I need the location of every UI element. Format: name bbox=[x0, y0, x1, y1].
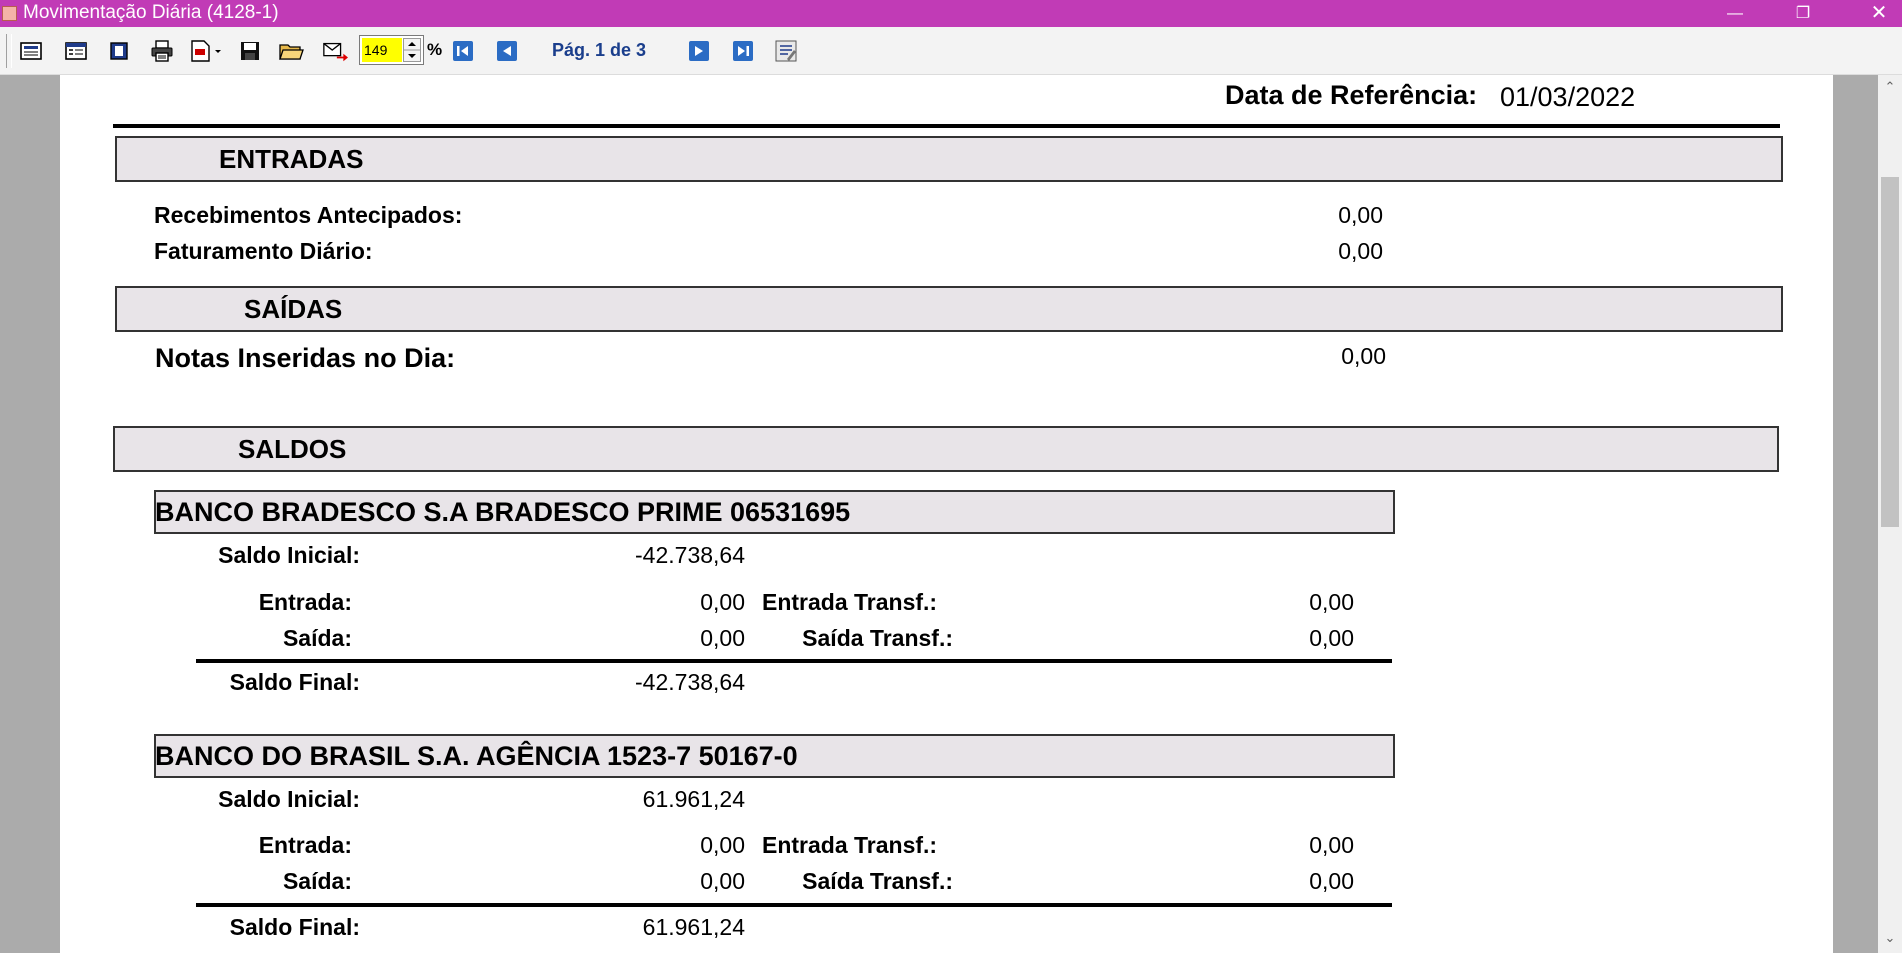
entradas-title: ENTRADAS bbox=[219, 144, 364, 174]
saida-value: 0,00 bbox=[700, 868, 745, 894]
saida-transf-label: Saída Transf.: bbox=[802, 868, 953, 894]
saida-transf-label: Saída Transf.: bbox=[802, 625, 953, 651]
open-folder-icon[interactable] bbox=[279, 38, 305, 64]
entrada-value: 0,00 bbox=[700, 589, 745, 615]
close-button[interactable]: ✕ bbox=[1856, 0, 1902, 27]
page-indicator: Pág. 1 de 3 bbox=[552, 40, 647, 60]
entradas-header bbox=[115, 136, 1783, 182]
entrada-transf-value: 0,00 bbox=[1309, 832, 1354, 858]
outline-view-icon[interactable] bbox=[63, 38, 89, 64]
bank-name: BANCO BRADESCO S.A BRADESCO PRIME 065316… bbox=[155, 497, 851, 527]
entrada-value: 0,00 bbox=[700, 832, 745, 858]
saldo-inicial-value: -42.738,64 bbox=[635, 542, 745, 568]
scroll-down-icon[interactable]: ⌄ bbox=[1878, 930, 1902, 946]
entrada-transf-value: 0,00 bbox=[1309, 589, 1354, 615]
saldo-inicial-label: Saldo Inicial: bbox=[218, 542, 360, 568]
saida-transf-value: 0,00 bbox=[1309, 625, 1354, 651]
entrada-label: Entrada: bbox=[258, 589, 352, 615]
send-email-icon[interactable] bbox=[322, 38, 348, 64]
edit-report-icon[interactable] bbox=[773, 38, 799, 64]
saldo-inicial-value: 61.961,24 bbox=[642, 786, 745, 812]
print-icon[interactable] bbox=[149, 38, 175, 64]
ref-date-value: 01/03/2022 bbox=[1500, 82, 1636, 112]
entrada-transf-label: Entrada Transf.: bbox=[762, 832, 938, 858]
minimize-button[interactable]: — bbox=[1712, 0, 1758, 27]
saldo-final-label: Saldo Final: bbox=[229, 669, 360, 695]
scrollbar-thumb[interactable] bbox=[1881, 177, 1899, 527]
title-bar: Movimentação Diária (4128-1) — ❐ ✕ bbox=[0, 0, 1902, 27]
faturamento-value: 0,00 bbox=[1338, 238, 1383, 264]
recebimentos-value: 0,00 bbox=[1338, 202, 1383, 228]
entrada-transf-label: Entrada Transf.: bbox=[762, 589, 938, 615]
page-setup-icon[interactable] bbox=[18, 38, 44, 64]
saida-transf-value: 0,00 bbox=[1309, 868, 1354, 894]
saidas-header bbox=[115, 286, 1783, 332]
zoom-spin-icon[interactable] bbox=[403, 38, 421, 62]
export-pdf-icon[interactable] bbox=[188, 38, 224, 64]
save-icon[interactable] bbox=[237, 38, 263, 64]
saida-value: 0,00 bbox=[700, 625, 745, 651]
toolbar-grip[interactable] bbox=[6, 34, 12, 68]
vertical-scrollbar[interactable]: ⌃ ⌄ bbox=[1878, 75, 1902, 953]
scroll-up-icon[interactable]: ⌃ bbox=[1878, 79, 1902, 95]
bank-name: BANCO DO BRASIL S.A. AGÊNCIA 1523-7 5016… bbox=[155, 741, 798, 771]
faturamento-label: Faturamento Diário: bbox=[154, 238, 373, 264]
recebimentos-label: Recebimentos Antecipados: bbox=[154, 202, 463, 228]
single-page-icon[interactable] bbox=[106, 38, 132, 64]
previous-page-icon[interactable] bbox=[494, 38, 520, 64]
zoom-unit: % bbox=[427, 40, 443, 59]
zoom-input[interactable]: 149 bbox=[362, 38, 402, 62]
notas-value: 0,00 bbox=[1341, 343, 1386, 369]
saldos-title: SALDOS bbox=[238, 434, 347, 464]
app-icon bbox=[2, 6, 17, 21]
saldo-final-value: -42.738,64 bbox=[635, 669, 745, 695]
notas-label: Notas Inseridas no Dia: bbox=[155, 343, 456, 373]
saldo-final-label: Saldo Final: bbox=[229, 914, 360, 940]
first-page-icon[interactable] bbox=[450, 38, 476, 64]
saida-label: Saída: bbox=[282, 868, 352, 894]
saldo-final-value: 61.961,24 bbox=[642, 914, 745, 940]
saldo-divider bbox=[196, 659, 1392, 663]
header-divider bbox=[113, 124, 1780, 128]
next-page-icon[interactable] bbox=[686, 38, 712, 64]
saldo-inicial-label: Saldo Inicial: bbox=[218, 786, 360, 812]
zoom-stepper[interactable]: 149 bbox=[359, 35, 424, 65]
last-page-icon[interactable] bbox=[730, 38, 756, 64]
saldos-header bbox=[113, 426, 1779, 472]
window-title: Movimentação Diária (4128-1) bbox=[23, 2, 279, 23]
entrada-label: Entrada: bbox=[258, 832, 352, 858]
saidas-title: SAÍDAS bbox=[244, 294, 343, 324]
restore-button[interactable]: ❐ bbox=[1780, 0, 1826, 27]
saida-label: Saída: bbox=[282, 625, 352, 651]
ref-date-label: Data de Referência: bbox=[1225, 80, 1478, 110]
saldo-divider bbox=[196, 903, 1392, 907]
